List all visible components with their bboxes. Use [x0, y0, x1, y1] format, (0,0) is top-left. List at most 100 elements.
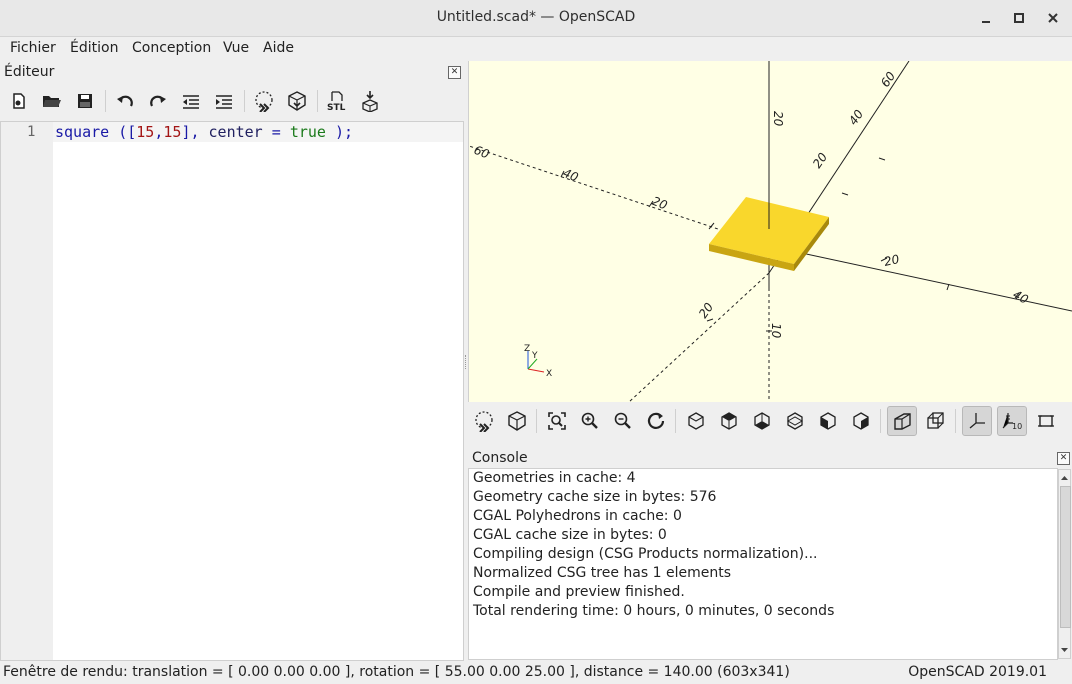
view-top-icon	[721, 412, 737, 430]
tick-label: 20	[810, 150, 830, 171]
code-number: 15	[136, 123, 155, 141]
console-output[interactable]: Geometries in cache: 4 Geometry cache si…	[468, 468, 1071, 660]
console-title: Console	[472, 450, 528, 466]
reset-view-button[interactable]	[642, 407, 670, 435]
editor-toolbar: STL	[6, 88, 390, 114]
close-button[interactable]	[1041, 6, 1065, 30]
code-punct: ],	[181, 123, 209, 141]
zoom-out-icon	[614, 412, 631, 429]
menu-bar: Fichier Édition Conception Vue Aide	[0, 37, 1072, 61]
console-line: Geometry cache size in bytes: 576	[473, 489, 717, 505]
scroll-up-icon	[1061, 476, 1068, 480]
view-render-button[interactable]	[503, 407, 531, 435]
minimize-icon	[982, 21, 990, 23]
maximize-button[interactable]	[1007, 6, 1031, 30]
viewport-scene: 20 40 20 40 60 20 10 20 40 60 20 Z Y X	[469, 61, 1072, 402]
zoom-out-button[interactable]	[609, 407, 637, 435]
console-scrollbar[interactable]	[1058, 469, 1071, 659]
perspective-button[interactable]	[887, 406, 917, 436]
menu-fichier[interactable]: Fichier	[10, 40, 56, 56]
send-to-printer-button[interactable]	[357, 88, 383, 114]
scroll-thumb[interactable]	[1060, 486, 1071, 628]
title-bar: Untitled.scad* — OpenSCAD	[0, 0, 1072, 37]
code-number: 15	[163, 123, 182, 141]
new-file-button[interactable]	[6, 88, 32, 114]
view-back-button[interactable]	[847, 407, 875, 435]
show-scale-markers-icon: 10	[1002, 413, 1022, 431]
reset-view-icon	[647, 412, 665, 429]
code-punct: );	[325, 123, 354, 141]
save-button[interactable]	[72, 88, 98, 114]
editor-title: Éditeur	[4, 64, 55, 80]
show-axes-button[interactable]	[962, 406, 992, 436]
redo-button[interactable]	[145, 88, 171, 114]
render-button[interactable]	[284, 88, 310, 114]
save-icon	[78, 94, 92, 108]
zoom-in-button[interactable]	[576, 407, 604, 435]
menu-vue[interactable]: Vue	[223, 40, 249, 56]
toolbar-separator	[536, 409, 537, 433]
open-file-button[interactable]	[39, 88, 65, 114]
open-file-icon	[43, 96, 61, 107]
maximize-icon	[1014, 13, 1024, 23]
svg-text:STL: STL	[327, 103, 346, 112]
tick-label: 40	[1011, 287, 1031, 307]
toolbar-separator	[244, 90, 245, 112]
editor-close-button[interactable]: ✕	[448, 66, 461, 79]
view-right-button[interactable]	[682, 407, 710, 435]
console-line: Compile and preview finished.	[473, 584, 685, 600]
minimize-button[interactable]	[974, 6, 998, 30]
preview-icon	[255, 91, 273, 112]
status-viewport-info: Fenêtre de rendu: translation = [ 0.00 0…	[3, 664, 790, 680]
view-left-button[interactable]	[781, 407, 809, 435]
code-editor[interactable]: 1 square ([15,15], center = true );	[0, 121, 464, 661]
view-all-button[interactable]	[543, 407, 571, 435]
show-edges-button[interactable]	[1032, 407, 1060, 435]
view-top-button[interactable]	[715, 407, 743, 435]
code-line[interactable]: square ([15,15], center = true );	[53, 122, 463, 142]
console-line: Total rendering time: 0 hours, 0 minutes…	[473, 603, 835, 619]
code-bool: true	[289, 123, 326, 141]
indent-icon	[216, 95, 232, 109]
view-left-icon	[786, 412, 804, 430]
view-preview-button[interactable]	[470, 407, 498, 435]
toolbar-separator	[105, 90, 106, 112]
view-bottom-button[interactable]	[748, 407, 776, 435]
tick-label: 60	[878, 69, 898, 90]
scroll-down-icon	[1061, 648, 1068, 652]
new-file-icon	[13, 93, 25, 109]
code-operator: =	[262, 123, 290, 141]
undo-button[interactable]	[112, 88, 138, 114]
export-stl-icon: STL	[327, 91, 346, 112]
render-icon	[288, 91, 306, 111]
menu-edition[interactable]: Édition	[70, 40, 118, 56]
undo-icon	[117, 95, 133, 107]
show-scale-markers-button[interactable]: 10	[997, 406, 1027, 436]
view-right-icon	[688, 412, 704, 430]
console-line: Normalized CSG tree has 1 elements	[473, 565, 731, 581]
menu-conception[interactable]: Conception	[132, 40, 211, 56]
view-all-icon	[548, 412, 566, 430]
line-gutter: 1	[1, 122, 53, 660]
tick-label: 40	[561, 166, 581, 185]
svg-text:Z: Z	[524, 344, 530, 354]
toolbar-separator	[675, 409, 676, 433]
console-close-button[interactable]: ✕	[1057, 452, 1070, 465]
3d-viewport[interactable]: 20 40 20 40 60 20 10 20 40 60 20 Z Y X	[468, 61, 1072, 402]
line-number: 1	[27, 124, 36, 140]
console-line: CGAL cache size in bytes: 0	[473, 527, 667, 543]
orthogonal-button[interactable]	[922, 407, 950, 435]
indent-button[interactable]	[211, 88, 237, 114]
close-icon	[1048, 13, 1058, 23]
export-stl-button[interactable]: STL	[324, 88, 350, 114]
code-punct: ([	[109, 123, 137, 141]
svg-text:10: 10	[1012, 422, 1022, 431]
view-front-button[interactable]	[814, 407, 842, 435]
preview-button[interactable]	[251, 88, 277, 114]
console-line: CGAL Polyhedrons in cache: 0	[473, 508, 682, 524]
zoom-in-icon	[581, 412, 598, 429]
window-title: Untitled.scad* — OpenSCAD	[436, 9, 636, 25]
unindent-button[interactable]	[178, 88, 204, 114]
menu-aide[interactable]: Aide	[263, 40, 294, 56]
tick-label: 20	[883, 252, 901, 269]
